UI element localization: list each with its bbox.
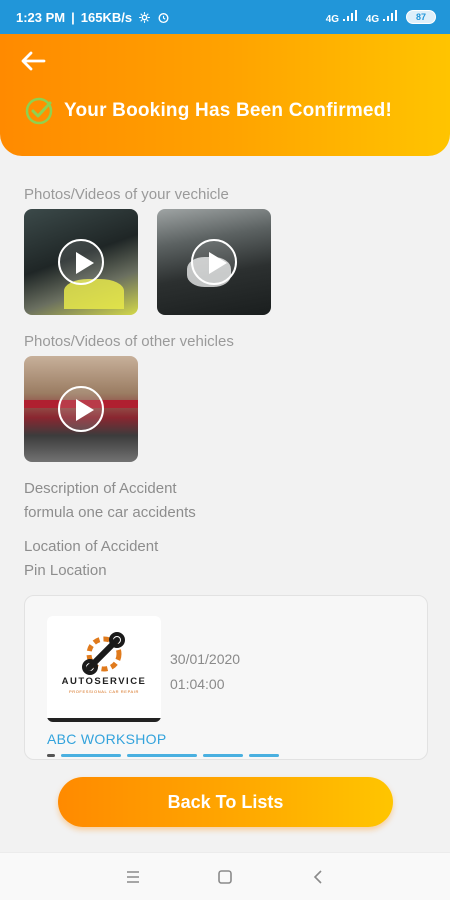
back-chevron-icon[interactable] [306,865,330,889]
play-icon[interactable] [58,239,104,285]
logo-baseline [47,718,161,722]
location-label: Location of Accident [24,538,159,555]
location-value: Pin Location [24,562,107,579]
workshop-name-link[interactable]: ABC WORKSHOP [47,731,167,747]
description-value: formula one car accidents [24,504,196,521]
settings-gear-icon [139,11,151,23]
wrench-gear-icon [82,632,125,675]
menu-icon[interactable] [121,865,145,889]
description-label: Description of Accident [24,480,177,497]
home-square-icon[interactable] [213,865,237,889]
status-right: 4G 4G 87 [325,9,436,25]
sim1-label: 4G [325,13,340,25]
truncated-address-line [47,754,297,759]
signal-icon: 4G [325,9,358,25]
back-to-lists-button[interactable]: Back To Lists [58,777,393,827]
battery-icon: 87 [406,10,436,24]
confirmation-header: Your Booking Has Been Confirmed! [0,34,450,156]
logo-title: AUTOSERVICE [61,676,147,687]
sim2-label: 4G [365,13,380,25]
status-bar: 1:23 PM | 165KB/s 4G 4G 87 [0,0,450,34]
arrow-left-icon[interactable] [20,50,46,72]
system-nav-bar [0,852,450,900]
logo-subtitle: PROFESSIONAL CAR REPAIR [68,689,140,694]
your-vehicle-video-1[interactable] [24,209,138,315]
confirmation-title: Your Booking Has Been Confirmed! [64,100,393,121]
status-left: 1:23 PM | 165KB/s [16,10,170,25]
workshop-card[interactable]: AUTOSERVICE PROFESSIONAL CAR REPAIR 30/0… [24,595,428,760]
play-icon[interactable] [191,239,237,285]
your-vehicle-video-2[interactable] [157,209,271,315]
other-vehicles-media-label: Photos/Videos of other vehicles [24,333,234,350]
other-vehicle-video-1[interactable] [24,356,138,462]
signal-icon: 4G [365,9,398,25]
booking-date: 30/01/2020 [170,651,241,667]
play-icon[interactable] [58,386,104,432]
booking-time: 01:04:00 [170,676,225,692]
status-separator: | [71,9,75,25]
workshop-logo: AUTOSERVICE PROFESSIONAL CAR REPAIR [47,616,161,722]
your-vehicle-media-label: Photos/Videos of your vechicle [24,186,229,203]
status-net-speed: 165KB/s [80,9,133,25]
check-circle-icon [25,97,53,125]
status-time: 1:23 PM [16,9,66,25]
alarm-clock-icon [158,12,169,23]
confirmation-row: Your Booking Has Been Confirmed! [24,96,392,126]
